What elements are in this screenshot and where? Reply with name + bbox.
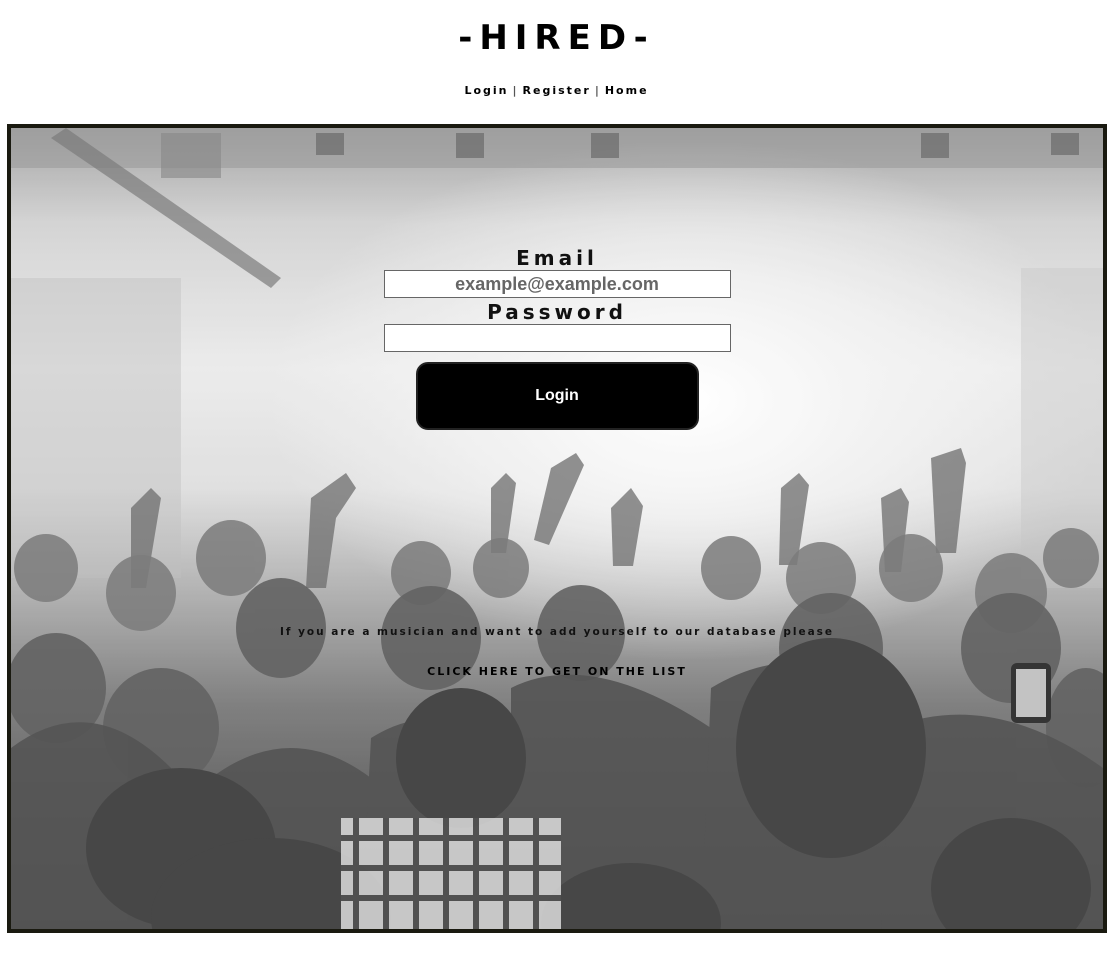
password-label: Password [487, 300, 627, 324]
password-field[interactable] [383, 324, 731, 352]
get-on-list-link[interactable]: CLICK HERE TO GET ON THE LIST [11, 665, 1103, 678]
nav-separator: | [512, 84, 519, 97]
musician-prompt-text: If you are a musician and want to add yo… [279, 626, 835, 638]
hero-background: Email Password Login If you are a musici… [7, 124, 1107, 933]
site-header: -HIRED- Login | Register | Home [0, 0, 1113, 124]
nav-separator: | [594, 84, 601, 97]
site-logo[interactable]: -HIRED- [0, 18, 1113, 58]
email-field[interactable] [383, 270, 731, 298]
nav-login-link[interactable]: Login [464, 84, 508, 97]
email-label: Email [516, 246, 598, 270]
top-nav: Login | Register | Home [0, 84, 1113, 97]
nav-register-link[interactable]: Register [523, 84, 591, 97]
login-form: Email Password Login [11, 246, 1103, 430]
login-button[interactable]: Login [415, 362, 699, 430]
nav-home-link[interactable]: Home [605, 84, 649, 97]
